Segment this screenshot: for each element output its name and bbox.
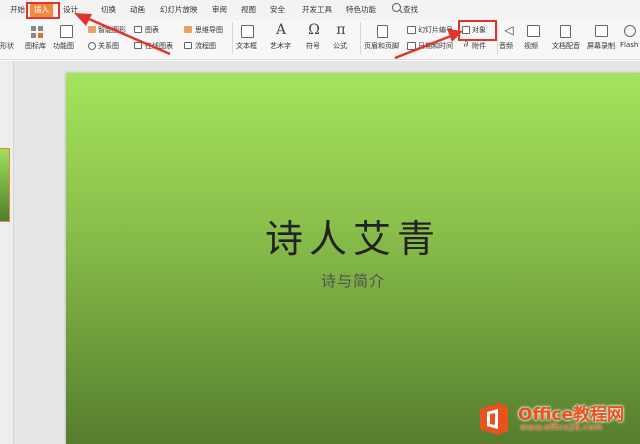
relation-chart-button[interactable]: 关系图 [98, 41, 119, 51]
icon-library-button[interactable]: 图标库 [25, 41, 46, 51]
mind-map-button[interactable]: 思维导图 [195, 25, 223, 35]
slide-title[interactable]: 诗人艾青 [66, 208, 640, 263]
function-chart-icon [60, 25, 73, 38]
slide-thumbnail[interactable] [0, 148, 10, 222]
flash-button[interactable]: Flash [620, 41, 638, 49]
highlight-object-button [458, 20, 497, 41]
relation-chart-icon [88, 42, 96, 50]
tab-special[interactable]: 特色功能 [346, 4, 376, 15]
doc-audio-button[interactable]: 文档配音 [552, 41, 580, 51]
ribbon-separator [497, 22, 498, 54]
smart-shape-button[interactable]: 智能图形 [98, 25, 126, 35]
ribbon-separator [360, 22, 361, 54]
tab-developer[interactable]: 开发工具 [302, 4, 332, 15]
mind-map-icon [184, 26, 192, 33]
video-button[interactable]: 视频 [524, 41, 538, 51]
shape-button[interactable]: 形状 [0, 41, 14, 51]
art-text-button[interactable]: 艺术字 [270, 41, 291, 51]
tab-design[interactable]: 设计 [63, 4, 78, 15]
smart-shape-icon [88, 26, 96, 33]
online-chart-button[interactable]: 在线图表 [145, 41, 173, 51]
tab-review[interactable]: 审阅 [212, 4, 227, 15]
symbol-icon: Ω [308, 22, 320, 38]
function-chart-button[interactable]: 功能图 [53, 41, 74, 51]
art-text-icon: A [275, 22, 287, 38]
symbol-button[interactable]: 符号 [306, 41, 320, 51]
tab-view[interactable]: 视图 [241, 4, 256, 15]
slide-number-button[interactable]: 幻灯片编号 [418, 25, 453, 35]
slide-thumbnail-panel [0, 61, 14, 444]
chart-icon [134, 26, 142, 33]
ribbon-toolbar: 形状 图标库 功能图 智能图形 关系图 图表 在线图表 思维导图 流程图 文本框… [0, 20, 640, 60]
header-footer-icon [377, 25, 388, 38]
highlight-insert-tab [26, 2, 60, 19]
tab-transition[interactable]: 切换 [101, 4, 116, 15]
watermark-url: www.office26.com [520, 423, 603, 433]
slide[interactable]: 诗人艾青 诗与简介 [66, 73, 640, 444]
formula-button[interactable]: 公式 [333, 41, 347, 51]
video-icon [527, 25, 540, 37]
datetime-button[interactable]: 日期和时间 [418, 41, 453, 51]
screen-record-button[interactable]: 屏幕录制 [587, 41, 615, 51]
textbox-icon [241, 25, 254, 38]
tab-security[interactable]: 安全 [270, 4, 285, 15]
office-logo-icon [480, 403, 508, 435]
tab-home[interactable]: 开始 [10, 4, 25, 15]
audio-icon: ◁ [504, 23, 514, 37]
datetime-icon [407, 42, 416, 50]
flowchart-button[interactable]: 流程图 [195, 41, 216, 51]
slide-number-icon [407, 26, 416, 34]
search-label[interactable]: 查找 [403, 4, 418, 15]
chart-button[interactable]: 图表 [145, 25, 159, 35]
attachment-button[interactable]: 附件 [472, 41, 486, 51]
editing-canvas: 诗人艾青 诗与简介 [14, 61, 640, 444]
ribbon-separator [232, 22, 233, 54]
menu-bar: 开始 插入 设计 切换 动画 幻灯片放映 审阅 视图 安全 开发工具 特色功能 … [0, 0, 640, 20]
slide-subtitle[interactable]: 诗与简介 [66, 270, 640, 291]
attachment-icon: ∂ [463, 40, 469, 50]
formula-icon: π [336, 22, 346, 38]
header-footer-button[interactable]: 页眉和页脚 [364, 41, 399, 51]
watermark: Office教程网 www.office26.com [476, 398, 636, 440]
audio-button[interactable]: 音频 [499, 41, 513, 51]
flash-icon [624, 25, 636, 37]
online-chart-icon [134, 42, 142, 49]
doc-audio-icon [560, 25, 571, 38]
tab-slideshow[interactable]: 幻灯片放映 [160, 4, 198, 15]
search-icon[interactable] [392, 3, 401, 12]
textbox-button[interactable]: 文本框 [236, 41, 257, 51]
tab-animation[interactable]: 动画 [130, 4, 145, 15]
watermark-brand: Office教程网 [518, 405, 625, 425]
screen-record-icon [595, 25, 608, 37]
icon-library-icon [31, 26, 43, 38]
flowchart-icon [184, 42, 192, 49]
